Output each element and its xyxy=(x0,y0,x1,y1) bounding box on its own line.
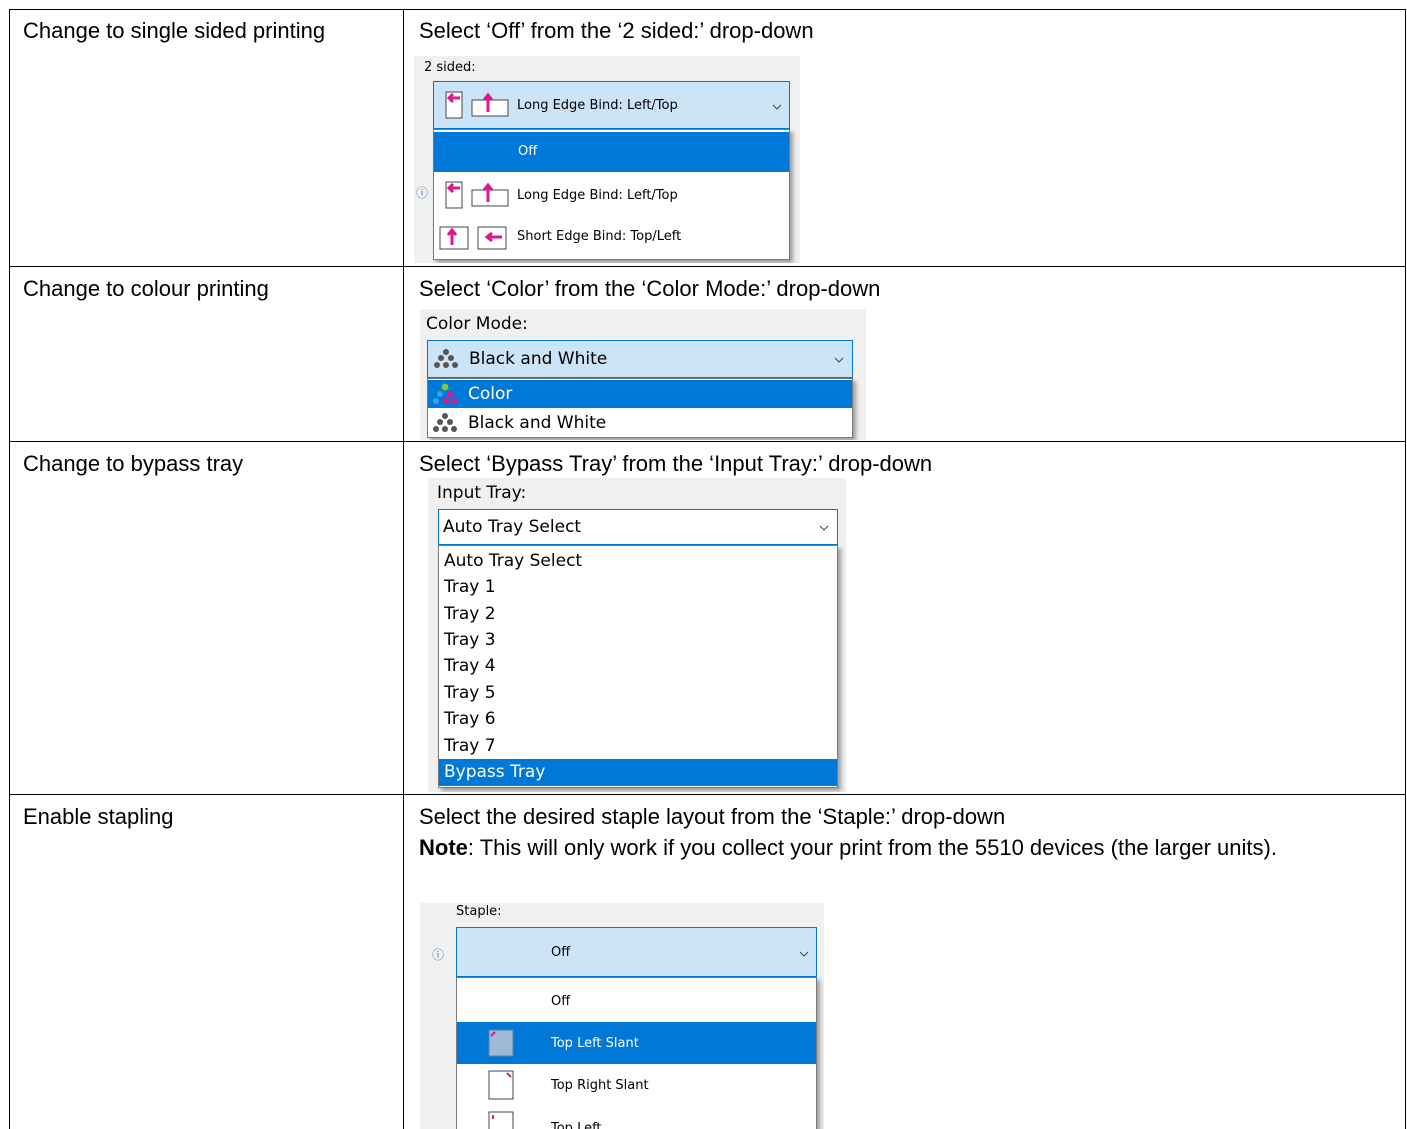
color-mode-dropdown-list: Color Black and White xyxy=(427,378,853,438)
option-top-left-slant[interactable]: Top Left Slant xyxy=(457,1022,816,1064)
option-color[interactable]: Color xyxy=(428,380,852,408)
input-tray-combo-value: Auto Tray Select xyxy=(443,517,582,537)
option-off[interactable]: Off xyxy=(457,980,816,1022)
info-icon: ⓘ xyxy=(432,948,445,962)
table-border-top xyxy=(9,9,1405,10)
option-tray-4[interactable]: Tray 4 xyxy=(439,653,837,679)
note-label: Note xyxy=(419,835,468,860)
chevron-down-icon xyxy=(819,525,829,531)
two-sided-label: 2 sided: xyxy=(424,60,476,75)
color-mode-screenshot: Color Mode: Black and White Color Black … xyxy=(420,309,866,440)
two-sided-screenshot: 2 sided: Long Edge Bind: Left/Top Off Lo… xyxy=(414,56,800,263)
task-cell: Change to colour printing xyxy=(23,276,269,301)
row-divider xyxy=(9,266,1405,267)
option-bypass-tray[interactable]: Bypass Tray xyxy=(439,759,837,786)
instruction-text: Select the desired staple layout from th… xyxy=(419,804,1006,829)
chevron-down-icon xyxy=(772,104,782,110)
staple-combo-value: Off xyxy=(551,945,571,960)
option-tray-7[interactable]: Tray 7 xyxy=(439,733,837,759)
two-sided-combo[interactable]: Long Edge Bind: Left/Top xyxy=(433,81,790,129)
task-cell: Enable stapling xyxy=(23,804,174,829)
two-sided-dropdown-list: Off Long Edge Bind: Left/Top Short Edge … xyxy=(433,129,790,260)
long-edge-bind-icon xyxy=(445,91,509,119)
chevron-down-icon xyxy=(834,357,844,363)
note-paragraph: Note: This will only work if you collect… xyxy=(419,833,1379,862)
option-tray-5[interactable]: Tray 5 xyxy=(439,680,837,706)
chevron-down-icon xyxy=(799,951,809,957)
input-tray-dropdown-list: Auto Tray Select Tray 1 Tray 2 Tray 3 Tr… xyxy=(438,545,838,788)
option-top-right-slant[interactable]: Top Right Slant xyxy=(457,1064,816,1106)
instruction-text: Select ‘Off’ from the ‘2 sided:’ drop-do… xyxy=(419,18,814,43)
two-sided-combo-value: Long Edge Bind: Left/Top xyxy=(517,98,678,113)
option-long-edge-bind[interactable]: Long Edge Bind: Left/Top xyxy=(434,174,789,214)
input-tray-screenshot: Input Tray: Auto Tray Select Auto Tray S… xyxy=(428,478,846,792)
top-left-staple-icon xyxy=(488,1111,514,1129)
option-tray-1[interactable]: Tray 1 xyxy=(439,574,837,600)
row-divider xyxy=(9,794,1405,795)
input-tray-combo[interactable]: Auto Tray Select xyxy=(438,509,838,545)
top-right-slant-staple-icon xyxy=(488,1070,514,1100)
staple-dropdown-list: Off Top Left Slant Top Right Slant Top L… xyxy=(456,977,817,1129)
info-icon: ⓘ xyxy=(416,186,429,200)
black-white-dots-icon xyxy=(433,413,457,432)
task-cell: Change to bypass tray xyxy=(23,451,244,476)
long-edge-bind-icon xyxy=(445,181,509,209)
option-short-edge-bind[interactable]: Short Edge Bind: Top/Left xyxy=(434,216,789,256)
task-cell: Change to single sided printing xyxy=(23,18,326,43)
staple-screenshot: Staple: ⓘ Off Off Top Left Slant Top Rig… xyxy=(420,903,824,1129)
top-left-slant-staple-icon xyxy=(488,1029,514,1057)
option-tray-2[interactable]: Tray 2 xyxy=(439,601,837,627)
staple-combo[interactable]: Off xyxy=(456,927,817,977)
option-black-and-white[interactable]: Black and White xyxy=(428,409,852,437)
input-tray-label: Input Tray: xyxy=(437,483,527,503)
option-auto-tray-select[interactable]: Auto Tray Select xyxy=(439,548,837,574)
option-top-left[interactable]: Top Left xyxy=(457,1106,816,1129)
staple-label: Staple: xyxy=(456,904,502,919)
option-tray-6[interactable]: Tray 6 xyxy=(439,706,837,732)
option-tray-3[interactable]: Tray 3 xyxy=(439,627,837,653)
column-divider xyxy=(403,9,404,1129)
instruction-text: Select ‘Color’ from the ‘Color Mode:’ dr… xyxy=(419,276,881,301)
color-dots-icon xyxy=(433,383,457,404)
row-divider xyxy=(9,441,1405,442)
table-border-right xyxy=(1405,9,1406,1129)
option-off[interactable]: Off xyxy=(434,132,789,172)
instruction-text: Select ‘Bypass Tray’ from the ‘Input Tra… xyxy=(419,451,933,476)
note-text: : This will only work if you collect you… xyxy=(467,835,1277,860)
color-mode-label: Color Mode: xyxy=(426,314,528,334)
color-mode-combo-value: Black and White xyxy=(469,349,608,369)
black-white-dots-icon xyxy=(434,349,458,368)
short-edge-bind-icon xyxy=(439,226,507,250)
color-mode-combo[interactable]: Black and White xyxy=(427,340,853,378)
table-border-left xyxy=(9,9,10,1129)
